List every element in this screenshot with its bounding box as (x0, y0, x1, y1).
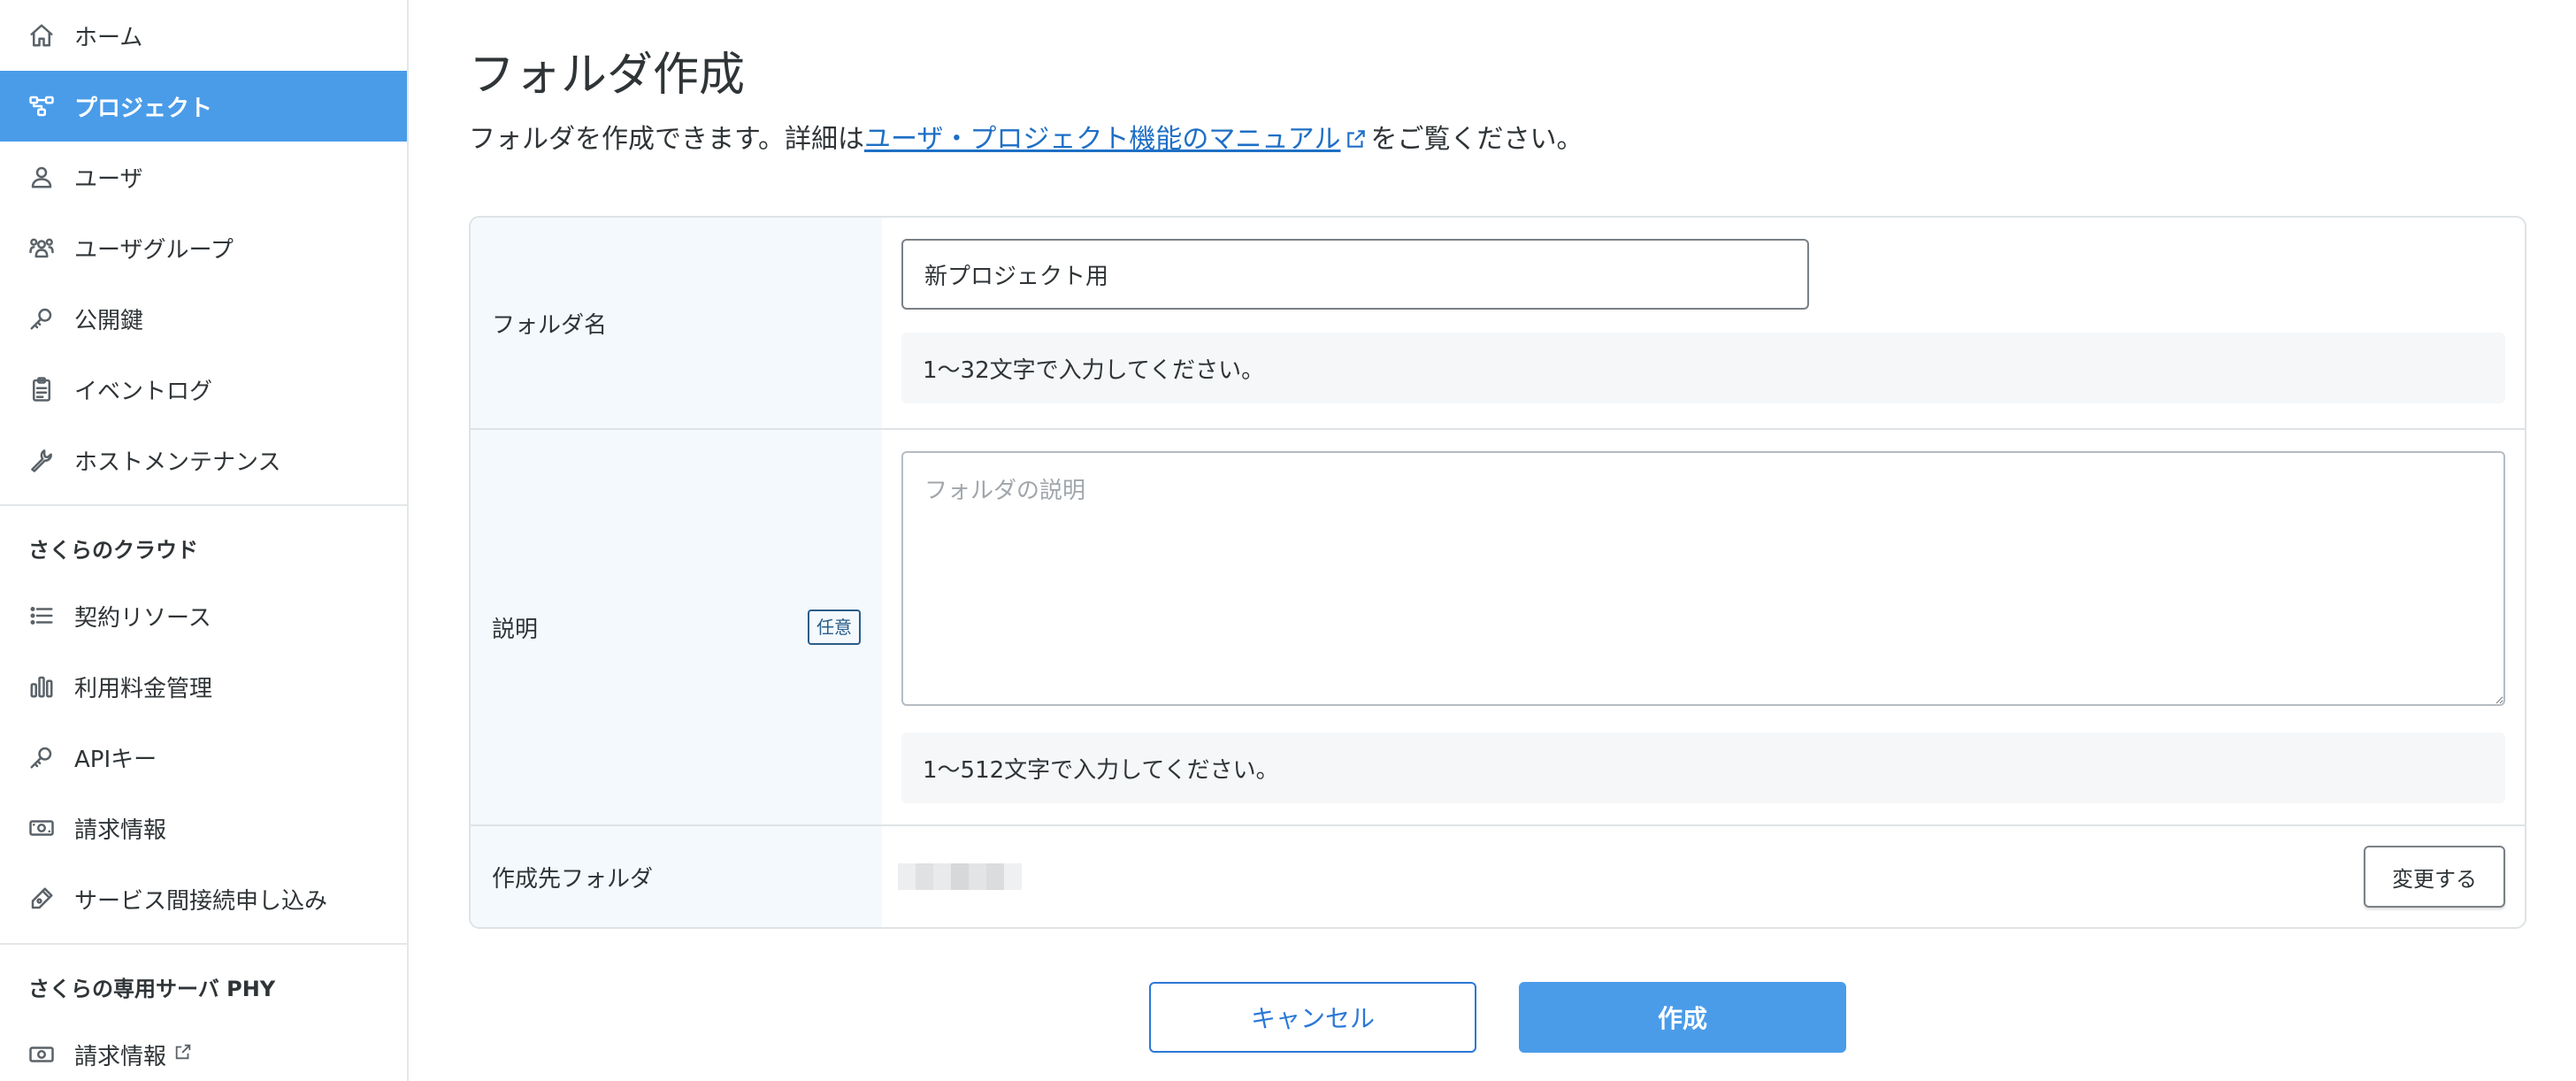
description-textarea[interactable] (901, 451, 2505, 706)
page-description: フォルダを作成できます。詳細はユーザ・プロジェクト機能のマニュアル をご覧ください… (469, 117, 1583, 156)
sidebar-item-label: 契約リソース (74, 604, 211, 632)
folder-name-label-text: フォルダ名 (492, 311, 608, 339)
sidebar-item-public-key[interactable]: 公開鍵 (0, 283, 407, 354)
folder-name-input[interactable] (901, 239, 1809, 310)
folder-form: フォルダ名 1〜32文字で入力してください。 説明 任意 1〜512文字で入力し… (469, 216, 2526, 929)
sidebar-item-label: ユーザ (74, 165, 143, 193)
destination-label-text: 作成先フォルダ (492, 865, 654, 893)
money-icon (27, 1039, 57, 1070)
key-icon (27, 303, 57, 334)
destination-label: 作成先フォルダ (471, 826, 882, 927)
sidebar-item-label: サービス間接続申し込み (74, 887, 328, 915)
sidebar-nav: ホーム プロジェクト ユーザ ユーザグループ 公開鍵 イベントログ ホストメンテ… (0, 0, 407, 495)
sidebar-item-project[interactable]: プロジェクト (0, 71, 407, 142)
destination-folder-name-redacted (898, 863, 1022, 890)
form-row-folder-name: フォルダ名 1〜32文字で入力してください。 (471, 218, 2525, 430)
sidebar-item-label: ホーム (74, 24, 143, 51)
money-icon (27, 813, 57, 843)
optional-badge: 任意 (808, 610, 861, 645)
change-destination-button[interactable]: 変更する (2364, 846, 2505, 908)
folder-name-label: フォルダ名 (471, 218, 882, 428)
description-label: 説明 任意 (471, 430, 882, 824)
sidebar-section-heading-phy: さくらの専用サーバ PHY (28, 976, 276, 1001)
sidebar-item-api-key[interactable]: APIキー (0, 722, 407, 793)
wrench-icon (27, 445, 57, 475)
key-icon (27, 742, 57, 772)
sidebar-item-contract-resources[interactable]: 契約リソース (0, 580, 407, 651)
sidebar-item-invoice-info[interactable]: 請求情報 (0, 793, 407, 863)
bar-chart-icon (27, 671, 57, 702)
description-hint: 1〜512文字で入力してください。 (901, 732, 2505, 803)
project-icon (27, 91, 57, 121)
page-title: フォルダ作成 (469, 49, 746, 102)
sidebar-item-phy-invoice-info[interactable]: 請求情報 (0, 1019, 407, 1081)
user-icon (27, 162, 57, 192)
sidebar-item-label: ユーザグループ (74, 236, 234, 264)
sidebar-item-label: 請求情報 (74, 1043, 167, 1070)
sidebar-item-service-connection[interactable]: サービス間接続申し込み (0, 863, 407, 934)
clipboard-icon (27, 374, 57, 404)
sidebar-item-label: 請求情報 (74, 816, 167, 844)
sidebar: ホーム プロジェクト ユーザ ユーザグループ 公開鍵 イベントログ ホストメンテ… (0, 0, 409, 1081)
form-row-destination: 作成先フォルダ 変更する (471, 826, 2525, 927)
pen-icon (27, 884, 57, 914)
sidebar-item-label: 公開鍵 (74, 307, 144, 334)
external-link-icon (1341, 124, 1371, 155)
manual-link[interactable]: ユーザ・プロジェクト機能のマニュアル (864, 124, 1341, 155)
form-actions: キャンセル 作成 (469, 982, 2526, 1053)
create-button[interactable]: 作成 (1519, 982, 1846, 1053)
list-icon (27, 601, 57, 631)
sidebar-section-heading-cloud: さくらのクラウド (28, 537, 198, 563)
folder-name-body: 1〜32文字で入力してください。 (882, 218, 2525, 428)
sidebar-divider (0, 504, 407, 506)
sidebar-item-home[interactable]: ホーム (0, 0, 407, 71)
description-body: 1〜512文字で入力してください。 (882, 430, 2525, 824)
sidebar-item-event-log[interactable]: イベントログ (0, 354, 407, 425)
page-description-prefix: フォルダを作成できます。詳細は (469, 124, 864, 155)
cancel-button[interactable]: キャンセル (1149, 982, 1476, 1053)
sidebar-item-host-maintenance[interactable]: ホストメンテナンス (0, 425, 407, 495)
external-link-icon (166, 1041, 193, 1068)
sidebar-item-user[interactable]: ユーザ (0, 142, 407, 212)
sidebar-item-label: 利用料金管理 (74, 675, 213, 702)
home-icon (27, 20, 57, 50)
page-description-suffix: をご覧ください。 (1370, 124, 1583, 155)
sidebar-divider (0, 943, 407, 945)
sidebar-item-user-group[interactable]: ユーザグループ (0, 212, 407, 283)
destination-body: 変更する (882, 826, 2525, 927)
description-label-text: 説明 (492, 616, 539, 643)
user-group-icon (27, 233, 57, 263)
form-row-description: 説明 任意 1〜512文字で入力してください。 (471, 430, 2525, 826)
sidebar-item-label: ホストメンテナンス (74, 448, 281, 476)
folder-name-hint: 1〜32文字で入力してください。 (901, 333, 2505, 403)
sidebar-item-label: プロジェクト (74, 95, 213, 122)
sidebar-item-billing-management[interactable]: 利用料金管理 (0, 651, 407, 722)
sidebar-item-label: APIキー (74, 746, 157, 773)
sidebar-item-label: イベントログ (74, 378, 213, 405)
